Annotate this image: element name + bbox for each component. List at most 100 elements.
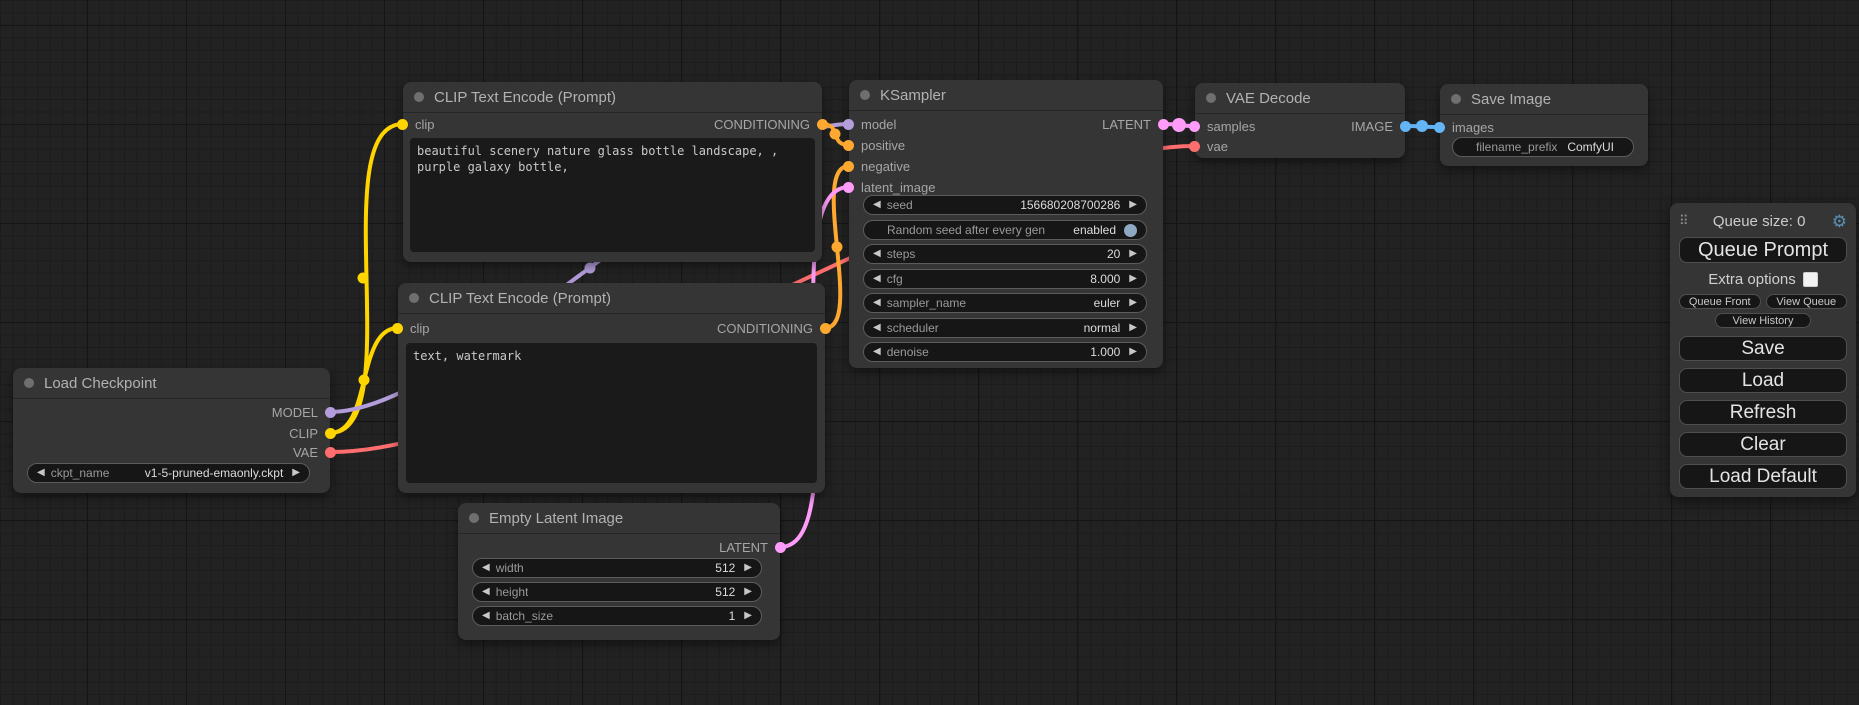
node-header[interactable]: KSampler <box>849 80 1163 111</box>
node-save-image[interactable]: Save Image images filename_prefix ComfyU… <box>1440 84 1648 166</box>
scheduler-widget[interactable]: ◀ scheduler normal ▶ <box>863 318 1147 338</box>
batch-size-widget[interactable]: ◀ batch_size 1 ▶ <box>472 606 762 626</box>
port-dot[interactable] <box>1158 119 1169 130</box>
node-vae-decode[interactable]: VAE Decode samples vae IMAGE <box>1195 83 1405 158</box>
height-widget[interactable]: ◀ height 512 ▶ <box>472 582 762 602</box>
left-arrow-icon[interactable]: ◀ <box>482 563 490 573</box>
collapse-dot-icon[interactable] <box>414 92 424 102</box>
queue-prompt-button[interactable]: Queue Prompt <box>1679 237 1847 263</box>
node-header[interactable]: CLIP Text Encode (Prompt) <box>403 82 822 113</box>
port-dot[interactable] <box>392 323 403 334</box>
port-dot[interactable] <box>1189 141 1200 152</box>
left-arrow-icon[interactable]: ◀ <box>873 298 881 308</box>
port-dot[interactable] <box>325 447 336 458</box>
right-arrow-icon[interactable]: ▶ <box>1129 347 1137 357</box>
output-port-conditioning[interactable]: CONDITIONING <box>717 318 831 339</box>
port-dot[interactable] <box>843 140 854 151</box>
input-port-model[interactable]: model <box>843 114 896 135</box>
port-dot[interactable] <box>1400 121 1411 132</box>
clear-button[interactable]: Clear <box>1679 432 1847 457</box>
save-button[interactable]: Save <box>1679 336 1847 361</box>
node-header[interactable]: Load Checkpoint <box>13 368 330 399</box>
extra-options-checkbox[interactable] <box>1803 272 1818 287</box>
node-empty-latent-image[interactable]: Empty Latent Image LATENT ◀ width 512 ▶ … <box>458 503 780 640</box>
collapse-dot-icon[interactable] <box>1206 93 1216 103</box>
left-arrow-icon[interactable]: ◀ <box>873 249 881 259</box>
port-dot[interactable] <box>325 407 336 418</box>
node-graph-canvas[interactable]: Load Checkpoint MODEL CLIP VAE ◀ ckpt_na… <box>0 0 1859 705</box>
seed-widget[interactable]: ◀ seed 156680208700286 ▶ <box>863 195 1147 215</box>
port-dot[interactable] <box>775 542 786 553</box>
port-dot[interactable] <box>817 119 828 130</box>
left-arrow-icon[interactable]: ◀ <box>873 274 881 284</box>
collapse-dot-icon[interactable] <box>469 513 479 523</box>
left-arrow-icon[interactable]: ◀ <box>873 323 881 333</box>
right-arrow-icon[interactable]: ▶ <box>744 611 752 621</box>
filename-prefix-widget[interactable]: filename_prefix ComfyUI <box>1452 137 1634 157</box>
node-header[interactable]: CLIP Text Encode (Prompt) <box>398 283 825 314</box>
output-port-latent[interactable]: LATENT <box>1102 114 1169 135</box>
denoise-widget[interactable]: ◀ denoise 1.000 ▶ <box>863 342 1147 362</box>
collapse-dot-icon[interactable] <box>860 90 870 100</box>
collapse-dot-icon[interactable] <box>409 293 419 303</box>
input-port-vae[interactable]: vae <box>1189 136 1228 157</box>
output-port-latent[interactable]: LATENT <box>719 537 786 558</box>
ckpt-name-widget[interactable]: ◀ ckpt_name v1-5-pruned-emaonly.ckpt ▶ <box>27 463 310 483</box>
port-dot[interactable] <box>820 323 831 334</box>
output-port-image[interactable]: IMAGE <box>1351 116 1411 137</box>
port-dot[interactable] <box>843 182 854 193</box>
left-arrow-icon[interactable]: ◀ <box>873 200 881 210</box>
view-history-button[interactable]: View History <box>1715 313 1811 328</box>
output-port-vae[interactable]: VAE <box>293 442 336 463</box>
right-arrow-icon[interactable]: ▶ <box>1129 274 1137 284</box>
load-button[interactable]: Load <box>1679 368 1847 393</box>
drag-handle-icon[interactable]: ⠿ <box>1679 213 1687 229</box>
port-dot[interactable] <box>325 428 336 439</box>
prompt-textarea[interactable]: beautiful scenery nature glass bottle la… <box>410 138 815 252</box>
cfg-widget[interactable]: ◀ cfg 8.000 ▶ <box>863 269 1147 289</box>
node-clip-text-encode-negative[interactable]: CLIP Text Encode (Prompt) clip CONDITION… <box>398 283 825 493</box>
input-port-images[interactable]: images <box>1434 117 1494 138</box>
node-ksampler[interactable]: KSampler model positive negative latent_… <box>849 80 1163 368</box>
node-header[interactable]: Save Image <box>1440 84 1648 115</box>
prompt-textarea[interactable]: text, watermark <box>406 343 817 483</box>
right-arrow-icon[interactable]: ▶ <box>1129 249 1137 259</box>
collapse-dot-icon[interactable] <box>24 378 34 388</box>
port-dot[interactable] <box>843 119 854 130</box>
right-arrow-icon[interactable]: ▶ <box>1129 200 1137 210</box>
left-arrow-icon[interactable]: ◀ <box>37 468 45 478</box>
toggle-dot[interactable] <box>1124 224 1137 237</box>
right-arrow-icon[interactable]: ▶ <box>1129 323 1137 333</box>
port-dot[interactable] <box>843 161 854 172</box>
load-default-button[interactable]: Load Default <box>1679 464 1847 489</box>
refresh-button[interactable]: Refresh <box>1679 400 1847 425</box>
node-header[interactable]: VAE Decode <box>1195 83 1405 114</box>
left-arrow-icon[interactable]: ◀ <box>873 347 881 357</box>
node-load-checkpoint[interactable]: Load Checkpoint MODEL CLIP VAE ◀ ckpt_na… <box>13 368 330 493</box>
queue-front-button[interactable]: Queue Front <box>1679 294 1761 309</box>
left-arrow-icon[interactable]: ◀ <box>482 611 490 621</box>
width-widget[interactable]: ◀ width 512 ▶ <box>472 558 762 578</box>
view-queue-button[interactable]: View Queue <box>1766 294 1848 309</box>
right-arrow-icon[interactable]: ▶ <box>292 468 300 478</box>
input-port-positive[interactable]: positive <box>843 135 905 156</box>
port-dot[interactable] <box>1189 121 1200 132</box>
right-arrow-icon[interactable]: ▶ <box>744 587 752 597</box>
output-port-conditioning[interactable]: CONDITIONING <box>714 114 828 135</box>
node-clip-text-encode-positive[interactable]: CLIP Text Encode (Prompt) clip CONDITION… <box>403 82 822 262</box>
sampler-name-widget[interactable]: ◀ sampler_name euler ▶ <box>863 293 1147 313</box>
port-dot[interactable] <box>397 119 408 130</box>
right-arrow-icon[interactable]: ▶ <box>744 563 752 573</box>
collapse-dot-icon[interactable] <box>1451 94 1461 104</box>
output-port-clip[interactable]: CLIP <box>289 423 336 444</box>
steps-widget[interactable]: ◀ steps 20 ▶ <box>863 244 1147 264</box>
input-port-clip[interactable]: clip <box>397 114 435 135</box>
random-seed-widget[interactable]: Random seed after every gen enabled <box>863 220 1147 240</box>
gear-icon[interactable]: ⚙ <box>1832 213 1847 230</box>
right-arrow-icon[interactable]: ▶ <box>1129 298 1137 308</box>
port-dot[interactable] <box>1434 122 1445 133</box>
output-port-model[interactable]: MODEL <box>272 402 336 423</box>
left-arrow-icon[interactable]: ◀ <box>482 587 490 597</box>
input-port-samples[interactable]: samples <box>1189 116 1255 137</box>
input-port-clip[interactable]: clip <box>392 318 430 339</box>
